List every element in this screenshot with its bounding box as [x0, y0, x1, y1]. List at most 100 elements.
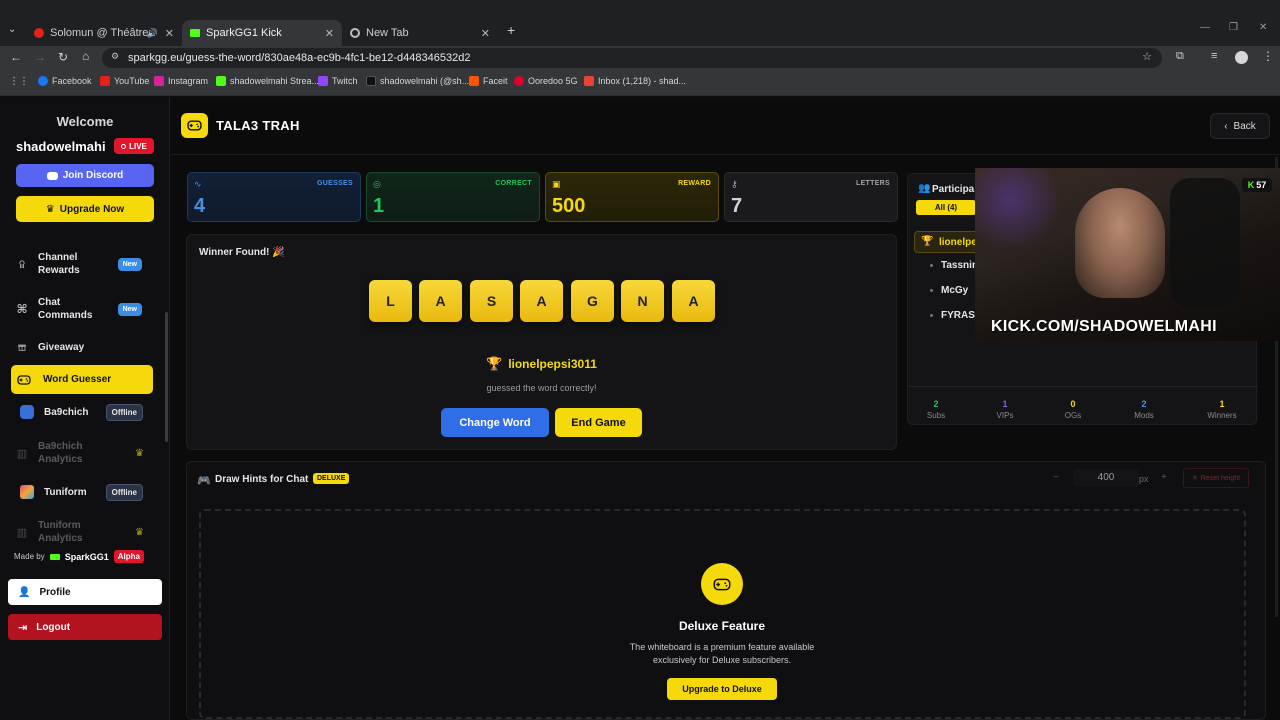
check-circle-icon: ◎: [373, 179, 381, 189]
minimize-button[interactable]: —: [1200, 22, 1210, 33]
sidebar-item-ba9chich[interactable]: Ba9chich Offline: [12, 403, 152, 421]
browser-menu-icon[interactable]: ⋮: [1262, 49, 1274, 63]
bookmark-faceit[interactable]: Faceit: [469, 76, 508, 86]
chrome-icon: [350, 28, 360, 38]
sidebar-item-giveaway[interactable]: Giveaway: [12, 339, 152, 355]
browser-tab-bar: ⌄ Solomun @ Théâtre Antiqu 🔊 ✕ SparkGG1 …: [0, 0, 1280, 46]
webcam-channel-url: KICK.COM/SHADOWELMAHI: [991, 318, 1217, 335]
maximize-button[interactable]: ❐: [1229, 22, 1238, 33]
sidebar-item-ba9chich-analytics[interactable]: ▥ Ba9chich Analytics ♛: [12, 439, 152, 467]
back-button[interactable]: ‹ Back: [1210, 113, 1270, 139]
game-status: Winner Found! 🎉: [199, 247, 285, 258]
bookmark-kick-stream[interactable]: shadowelmahi Strea...: [216, 76, 319, 86]
bullet-icon: [930, 314, 933, 317]
participant-name: McGy: [941, 285, 969, 296]
home-icon[interactable]: ⌂: [82, 49, 89, 63]
reload-icon[interactable]: ↻: [58, 50, 68, 64]
reset-height-button[interactable]: ✕ Reset height: [1183, 468, 1249, 488]
height-input[interactable]: 400: [1073, 469, 1139, 487]
participants-title: Participa: [932, 184, 975, 195]
sidebar-item-tuniform[interactable]: Tuniform Offline: [12, 483, 152, 501]
address-bar[interactable]: ⚙ sparkgg.eu/guess-the-word/830ae48a-ec9…: [102, 48, 1162, 68]
made-by-credit: Made by SparkGG1 Alpha: [14, 550, 144, 563]
bookmark-youtube[interactable]: YouTube: [100, 76, 149, 86]
users-icon: 👥: [918, 183, 931, 194]
profile-button[interactable]: 👤 Profile: [8, 579, 162, 605]
stat-label: REWARD: [678, 180, 711, 187]
kick-icon: [216, 76, 226, 86]
bookmark-instagram[interactable]: Instagram: [154, 76, 208, 86]
participant-row[interactable]: McGy: [930, 285, 968, 296]
sidebar-item-label: Tuniform Analytics: [38, 520, 83, 544]
viewer-count-badge: K 57: [1242, 178, 1272, 192]
trophy-icon: 🏆: [921, 236, 934, 247]
extensions-icon[interactable]: ⧉: [1176, 50, 1184, 63]
gamepad-icon: [17, 373, 31, 387]
faceit-icon: [469, 76, 479, 86]
winner-username: lionelpepsi3011: [508, 357, 597, 371]
sidebar-item-tuniform-analytics[interactable]: ▥ Tuniform Analytics ♛: [12, 519, 152, 545]
upgrade-deluxe-button[interactable]: Upgrade to Deluxe: [667, 678, 777, 700]
deluxe-feature-desc: exclusively for Deluxe subscribers.: [652, 655, 792, 665]
letter-tile: L: [369, 280, 412, 322]
bar-chart-icon: ▥: [16, 526, 28, 539]
summary-subs: 2 Subs: [901, 399, 971, 420]
site-info-icon[interactable]: ⚙: [111, 51, 119, 62]
summary-label: Winners: [1207, 411, 1237, 420]
participant-row[interactable]: FYRAS_: [930, 310, 980, 321]
tab-new[interactable]: New Tab ✕: [342, 20, 498, 46]
bookmark-label: Inbox (1,218) - shad...: [598, 76, 687, 86]
apps-grid-icon[interactable]: ⋮⋮: [9, 76, 29, 87]
bookmark-inbox[interactable]: Inbox (1,218) - shad...: [584, 76, 686, 86]
summary-ogs: 0 OGs: [1038, 399, 1108, 420]
made-by-label: Made by: [14, 552, 45, 561]
media-control-icon[interactable]: ≡: [1211, 50, 1217, 62]
stat-label: GUESSES: [317, 180, 353, 187]
bookmark-facebook[interactable]: Facebook: [38, 76, 92, 86]
bookmark-twitch[interactable]: Twitch: [318, 76, 358, 86]
ooredoo-icon: [514, 76, 524, 86]
sidebar-item-chat-commands[interactable]: ⌘ Chat Commands New: [12, 294, 152, 324]
close-icon: ✕: [1191, 475, 1198, 482]
upgrade-now-button[interactable]: ♛ Upgrade Now: [16, 196, 154, 222]
letter-tile: A: [520, 280, 563, 322]
logout-button[interactable]: ⇥ Logout: [8, 614, 162, 640]
new-tab-button[interactable]: +: [507, 22, 515, 38]
decrease-height-button[interactable]: −: [1053, 472, 1059, 483]
reset-label: Reset height: [1200, 474, 1241, 482]
summary-count: 1: [1002, 399, 1008, 409]
close-tab-icon[interactable]: ✕: [165, 27, 174, 40]
tab-list-chevron-icon[interactable]: ⌄: [8, 24, 16, 35]
letter-tile: N: [621, 280, 664, 322]
close-window-button[interactable]: ✕: [1259, 22, 1267, 33]
filter-all-button[interactable]: All (4): [916, 200, 976, 215]
bookmark-ooredoo[interactable]: Ooredoo 5G: [514, 76, 578, 86]
tab-title: SparkGG1 Kick: [206, 27, 282, 39]
bookmark-label: YouTube: [114, 76, 150, 86]
tab-sparkgg[interactable]: SparkGG1 Kick ✕: [182, 20, 342, 46]
mail-icon: [584, 76, 594, 86]
change-word-button[interactable]: Change Word: [441, 408, 549, 437]
increase-height-button[interactable]: +: [1161, 472, 1167, 483]
back-arrow-icon[interactable]: ←: [10, 50, 22, 64]
bookmark-tiktok[interactable]: shadowelmahi (@sh...: [366, 76, 469, 86]
participant-row[interactable]: Tassnim: [930, 260, 981, 271]
tab-youtube[interactable]: Solomun @ Théâtre Antiqu 🔊 ✕: [26, 20, 182, 46]
sidebar-item-word-guesser[interactable]: Word Guesser: [11, 365, 153, 394]
profile-avatar-icon[interactable]: [1235, 51, 1248, 64]
forward-arrow-icon[interactable]: →: [34, 50, 46, 64]
sidebar-item-channel-rewards[interactable]: Channel Rewards New: [12, 249, 152, 279]
summary-count: 2: [933, 399, 939, 409]
bookmark-star-icon[interactable]: ☆: [1142, 50, 1152, 63]
url-text: sparkgg.eu/guess-the-word/830ae48a-ec9b-…: [128, 52, 471, 64]
sidebar-item-label: Ba9chich Analytics: [38, 441, 83, 465]
discord-label: Join Discord: [62, 170, 124, 181]
username: shadowelmahi: [16, 139, 106, 154]
close-tab-icon[interactable]: ✕: [325, 27, 334, 40]
close-tab-icon[interactable]: ✕: [481, 27, 490, 40]
stat-guesses: ∿ GUESSES 4: [187, 172, 361, 222]
sidebar-scrollbar[interactable]: [165, 312, 168, 442]
join-discord-button[interactable]: Join Discord: [16, 164, 154, 187]
end-game-button[interactable]: End Game: [555, 408, 642, 437]
stat-value: 500: [552, 195, 586, 217]
